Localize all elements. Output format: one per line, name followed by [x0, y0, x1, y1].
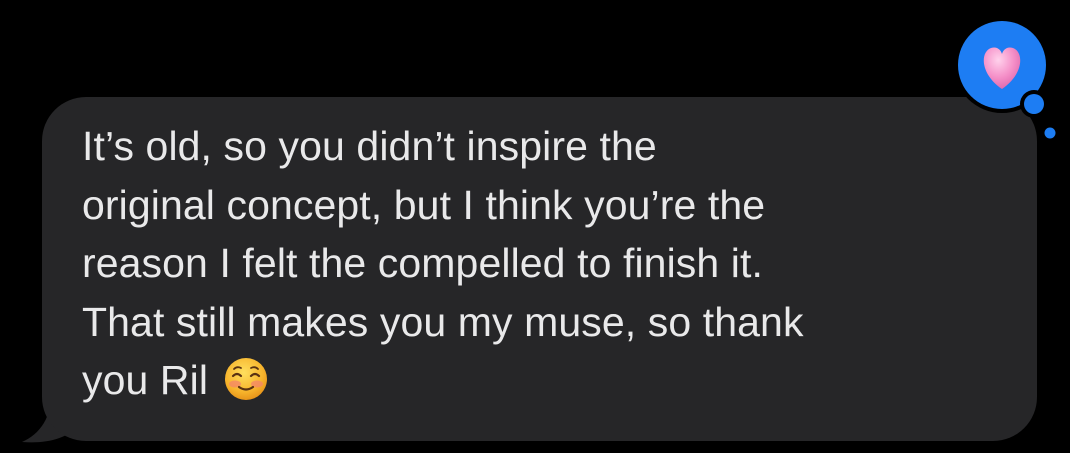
conversation-view: It’s old, so you didn’t inspire the orig… — [0, 0, 1070, 453]
message-line: That still makes you my muse, so thank — [82, 298, 804, 345]
smiling-face-emoji-icon — [224, 358, 267, 401]
message-last-line: you Ril — [82, 351, 1007, 410]
message-line: It’s old, so you didn’t inspire the — [82, 123, 657, 169]
message-line: reason I felt the compelled to finish it… — [82, 240, 763, 286]
tapback-reaction[interactable] — [950, 12, 1060, 147]
message-bubble[interactable]: It’s old, so you didn’t inspire the orig… — [42, 97, 1037, 441]
message-line: original concept, but I think you’re the — [82, 181, 766, 228]
message-text: It’s old, so you didn’t inspire the orig… — [82, 117, 1007, 410]
message-line: you Ril — [82, 357, 209, 403]
